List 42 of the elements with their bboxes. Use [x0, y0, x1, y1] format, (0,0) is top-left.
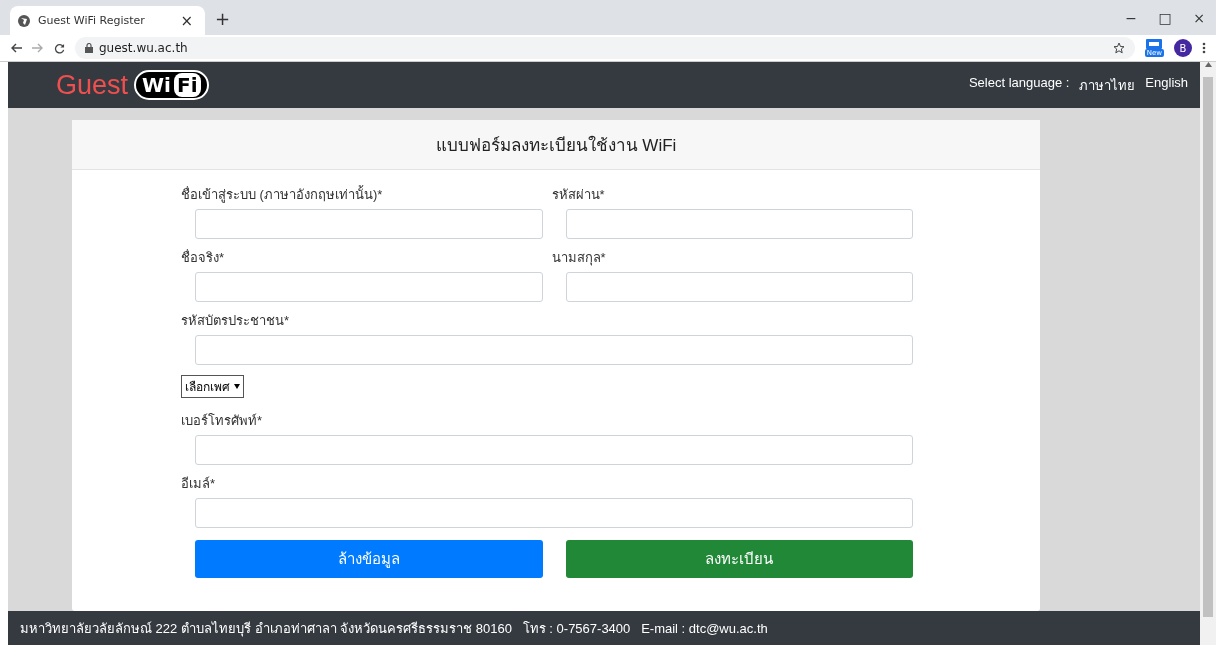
caret-icon — [234, 384, 240, 389]
field-label: ชื่อจริง* — [181, 249, 226, 266]
field-label: เบอร์โทรศัพท์* — [181, 412, 264, 429]
input-field[interactable] — [195, 498, 913, 528]
form-button[interactable]: ล้างข้อมูล — [195, 540, 543, 578]
window-control[interactable]: □ — [1148, 0, 1182, 35]
url-text: guest.wu.ac.th — [99, 41, 188, 55]
close-tab-button[interactable]: × — [176, 11, 197, 30]
field-label: นามสกุล* — [551, 249, 607, 266]
language-link[interactable]: ภาษาไทย — [1079, 74, 1136, 96]
lock-icon — [85, 43, 93, 53]
field-label: ชื่อเข้าสู่ระบบ (ภาษาอังกฤษเท่านั้น)* — [181, 186, 384, 203]
profile-avatar[interactable]: B — [1174, 39, 1192, 57]
window-control[interactable]: × — [1182, 0, 1216, 35]
input-field[interactable] — [195, 209, 543, 239]
address-bar[interactable]: guest.wu.ac.th — [75, 37, 1135, 59]
input-field[interactable] — [195, 335, 913, 365]
forward-icon[interactable] — [32, 43, 44, 53]
input-field[interactable] — [195, 435, 913, 465]
browser-tab[interactable]: Guest WiFi Register × — [10, 6, 205, 35]
input-field[interactable] — [565, 209, 913, 239]
globe-icon — [18, 14, 30, 27]
input-field[interactable] — [195, 272, 543, 302]
language-label: Select language : — [968, 74, 1070, 92]
new-tab-button[interactable]: + — [211, 8, 235, 29]
field-label: รหัสผ่าน* — [551, 186, 606, 203]
field-label: อีเมล์* — [181, 475, 217, 492]
reload-icon[interactable] — [54, 42, 65, 54]
gender-dropdown[interactable]: เลือกเพศ — [181, 375, 244, 398]
input-field[interactable] — [565, 272, 913, 302]
star-icon[interactable] — [1112, 42, 1125, 54]
scrollbar[interactable] — [1200, 62, 1216, 645]
menu-icon[interactable] — [1202, 42, 1206, 54]
footer-address: มหาวิทยาลัยวลัยลักษณ์ 222 ตำบลไทยบุรี อำเภอท่าศาลา จังหวัดนครศรีธรรมราช 80160 โทร : 0-7567-3400 E-mail : dtc@wu.ac.th — [8, 611, 1200, 645]
guest-wifi-logo[interactable]: Guest Wi Fi — [56, 69, 209, 101]
back-icon[interactable] — [10, 43, 22, 53]
window-control[interactable]: − — [1114, 0, 1148, 35]
tab-title: Guest WiFi Register — [38, 14, 146, 27]
field-label: รหัสบัตรประชาชน* — [181, 312, 291, 329]
language-link[interactable]: English — [1145, 74, 1188, 96]
form-button[interactable]: ลงทะเบียน — [565, 540, 913, 578]
form-title: แบบฟอร์มลงทะเบียนใช้งาน WiFi — [72, 120, 1040, 170]
